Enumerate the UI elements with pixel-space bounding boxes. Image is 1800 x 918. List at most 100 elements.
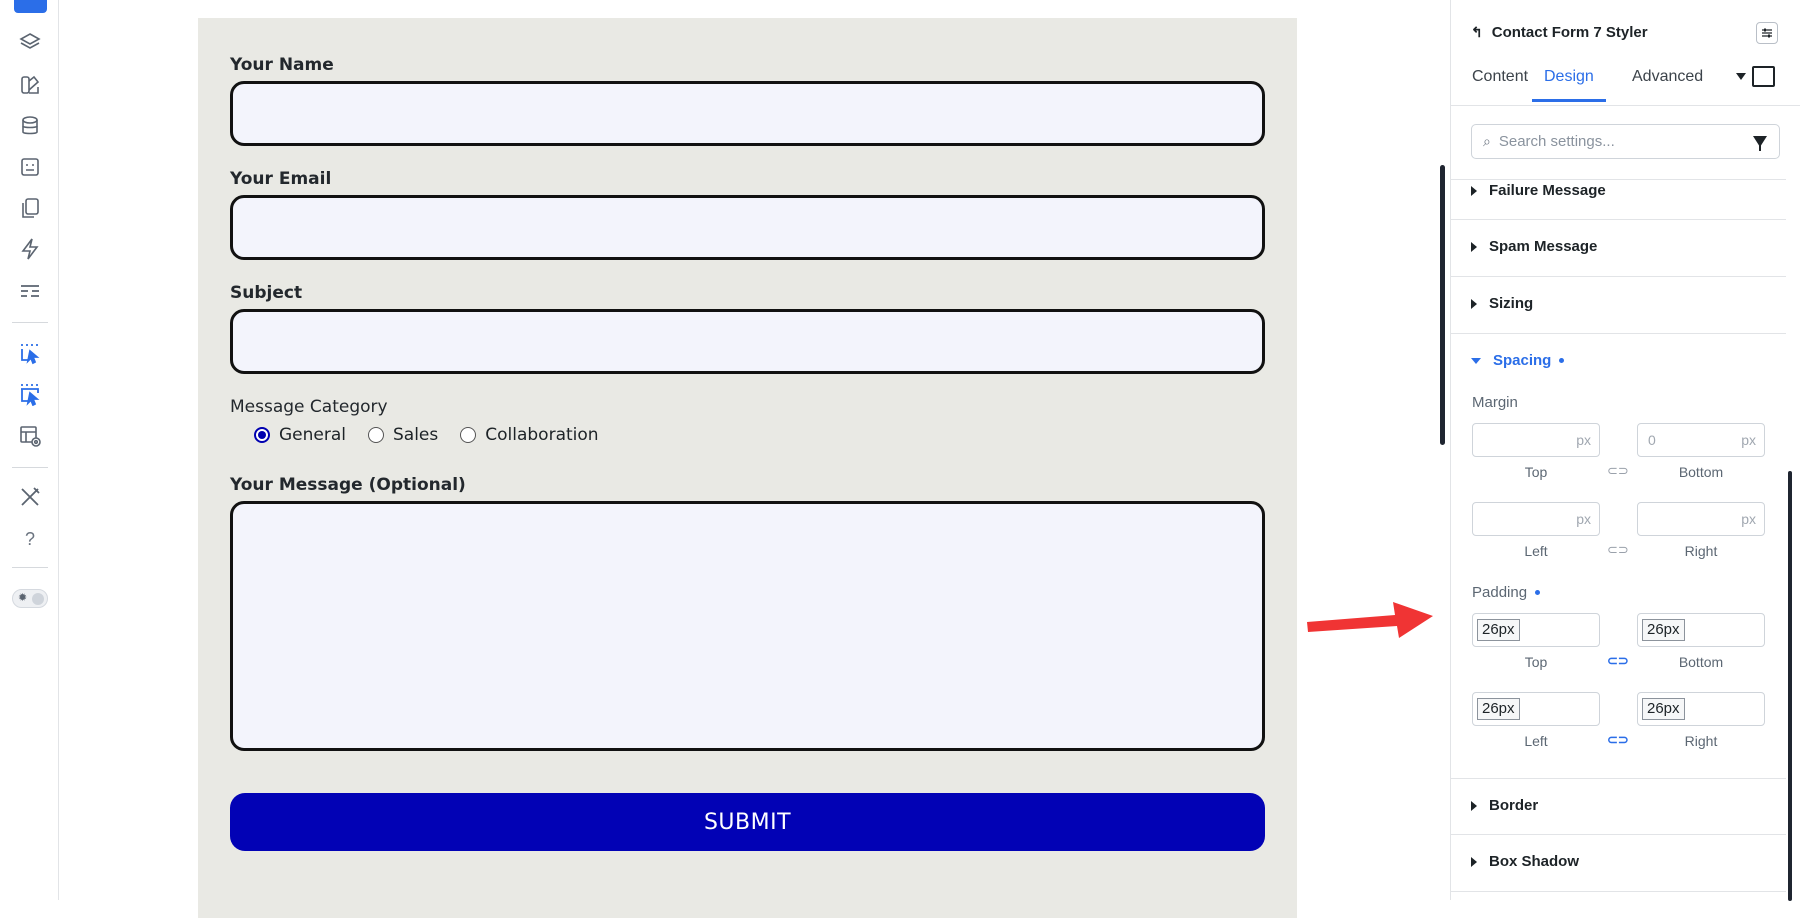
caption-top: Top	[1524, 654, 1548, 670]
caption-bottom: Bottom	[1678, 654, 1724, 670]
caret-right-icon	[1471, 298, 1477, 309]
rail-divider	[12, 567, 48, 568]
section-label: Box Shadow	[1489, 853, 1580, 870]
filter-icon[interactable]	[1753, 136, 1767, 151]
settings-search[interactable]: ⌕ Search settings...	[1471, 124, 1780, 159]
modified-indicator	[1535, 590, 1541, 595]
pages-icon[interactable]	[16, 194, 44, 222]
section-label: Spam Message	[1489, 238, 1598, 255]
email-label: Your Email	[230, 169, 332, 189]
padding-right-input[interactable]: 26px	[1637, 692, 1765, 726]
search-placeholder: Search settings...	[1498, 133, 1615, 150]
padding-left-input[interactable]: 26px	[1472, 692, 1600, 726]
lightning-icon[interactable]	[16, 235, 44, 263]
section-sizing[interactable]: Sizing	[1471, 295, 1533, 312]
unit-label: px	[1741, 432, 1756, 448]
caption-bottom: Bottom	[1678, 464, 1724, 480]
link-values-icon[interactable]: ⊂⊃	[1607, 542, 1629, 558]
category-label: Message Category	[230, 397, 388, 417]
caption-right: Right	[1684, 543, 1718, 559]
tab-design[interactable]: Design	[1532, 68, 1606, 102]
section-label: Sizing	[1489, 295, 1534, 312]
panel-header: ↰ Contact Form 7 Styler	[1471, 24, 1648, 41]
padding-top-input[interactable]: 26px	[1472, 613, 1600, 647]
section-border[interactable]: Border	[1471, 797, 1538, 814]
padding-bottom-input[interactable]: 26px	[1637, 613, 1765, 647]
radio-label-collaboration: Collaboration	[485, 425, 599, 445]
caption-right: Right	[1684, 733, 1718, 749]
name-label: Your Name	[230, 55, 334, 75]
panel-options-button[interactable]	[1756, 22, 1778, 44]
caret-right-icon	[1471, 856, 1477, 867]
unit-label: px	[1576, 511, 1591, 527]
margin-top-input[interactable]: px	[1472, 423, 1600, 457]
name-input[interactable]	[230, 81, 1265, 146]
padding-right-value: 26px	[1642, 698, 1685, 720]
padding-left-value: 26px	[1477, 698, 1520, 720]
radio-collaboration[interactable]	[460, 427, 477, 443]
tab-content[interactable]: Content	[1472, 68, 1528, 99]
tab-advanced[interactable]: Advanced	[1632, 68, 1703, 99]
section-failure-message[interactable]: Failure Message	[1471, 182, 1606, 199]
database-icon[interactable]	[16, 112, 44, 140]
toggle-knob	[32, 593, 44, 605]
section-label: Spacing	[1493, 352, 1552, 369]
caret-right-icon	[1471, 800, 1477, 811]
subject-label: Subject	[230, 283, 303, 303]
divider	[1451, 834, 1786, 835]
margin-label-text: Margin	[1472, 394, 1518, 411]
dynamic-select-icon[interactable]	[16, 339, 44, 367]
help-icon[interactable]: ?	[16, 525, 44, 553]
section-spacing[interactable]: Spacing	[1471, 352, 1565, 369]
caption-top: Top	[1524, 464, 1548, 480]
sun-icon: ✹	[18, 592, 28, 604]
add-element-button[interactable]	[14, 0, 47, 13]
divider	[1451, 333, 1786, 334]
palette-icon[interactable]	[16, 71, 44, 99]
message-textarea[interactable]	[230, 501, 1265, 751]
padding-bottom-value: 26px	[1642, 619, 1685, 641]
margin-bottom-value: 0	[1648, 432, 1656, 448]
rail-divider	[12, 322, 48, 323]
panel-scrollbar[interactable]	[1788, 471, 1792, 901]
annotation-arrow	[1307, 602, 1433, 638]
layers-icon[interactable]	[16, 29, 44, 57]
linked-values-icon[interactable]: ⊂⊃	[1607, 653, 1629, 669]
subject-input[interactable]	[230, 309, 1265, 374]
section-box-shadow[interactable]: Box Shadow	[1471, 853, 1579, 870]
linked-values-icon[interactable]: ⊂⊃	[1607, 732, 1629, 748]
tools-icon[interactable]	[16, 483, 44, 511]
link-values-icon[interactable]: ⊂⊃	[1607, 463, 1629, 479]
form-icon[interactable]	[16, 153, 44, 181]
caret-right-icon	[1471, 185, 1477, 196]
back-icon[interactable]: ↰	[1471, 24, 1483, 41]
theme-toggle[interactable]: ✹	[12, 589, 48, 608]
message-label: Your Message (Optional)	[230, 475, 466, 495]
email-input[interactable]	[230, 195, 1265, 260]
category-radio-group: General Sales Collaboration	[254, 425, 621, 445]
caret-down-icon	[1471, 357, 1481, 364]
caption-left: Left	[1524, 733, 1548, 749]
radio-sales[interactable]	[368, 427, 384, 443]
section-label: Border	[1489, 797, 1539, 814]
template-view-icon[interactable]	[16, 422, 44, 450]
margin-left-input[interactable]: px	[1472, 502, 1600, 536]
multi-select-icon[interactable]	[16, 380, 44, 408]
search-icon: ⌕	[1483, 133, 1491, 149]
divider	[1451, 179, 1786, 180]
radio-label-sales: Sales	[393, 425, 439, 445]
caret-right-icon	[1471, 241, 1477, 252]
margin-right-input[interactable]: px	[1637, 502, 1765, 536]
radio-general[interactable]	[254, 427, 270, 443]
sections-icon[interactable]	[16, 277, 44, 305]
responsive-preview-icon[interactable]	[1752, 66, 1775, 87]
margin-bottom-input[interactable]: 0 px	[1637, 423, 1765, 457]
section-spam-message[interactable]: Spam Message	[1471, 238, 1597, 255]
caption-left: Left	[1524, 543, 1548, 559]
caret-down-icon[interactable]	[1736, 73, 1746, 80]
canvas-scrollbar[interactable]	[1440, 165, 1445, 445]
panel-tabs: Content Design Advanced	[1451, 58, 1800, 106]
submit-button[interactable]: SUBMIT	[230, 793, 1265, 851]
sliders-icon	[1762, 28, 1772, 38]
canvas: Your Name Your Email Subject Message Cat…	[59, 0, 1450, 918]
